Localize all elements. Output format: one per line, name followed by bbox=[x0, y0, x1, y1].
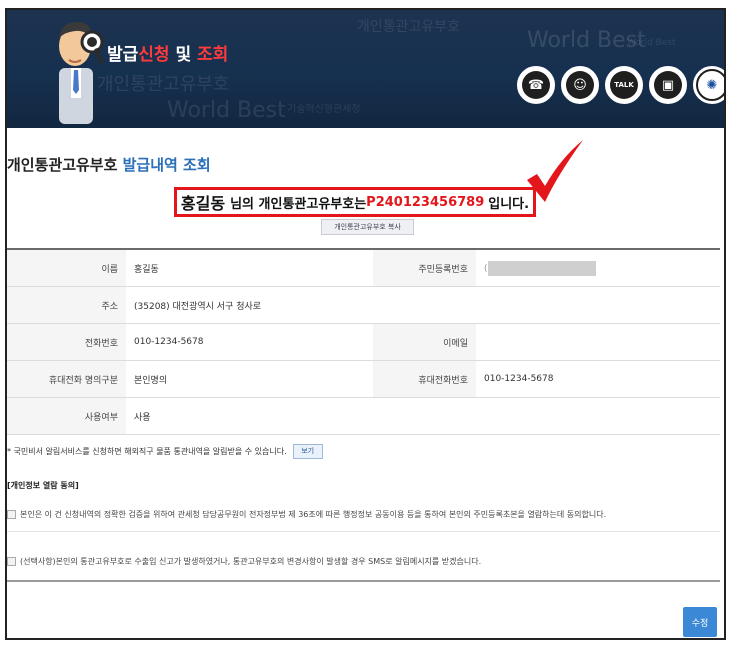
gov-emblem-icon[interactable]: ✺ bbox=[693, 66, 724, 104]
banner-title-highlight: 조회 bbox=[197, 45, 229, 65]
consent-text-required: 본인은 이 건 신청내역의 정확한 검증을 위하여 관세청 담당공무원이 전자정… bbox=[20, 510, 607, 519]
headset-icon-glyph: ☺ bbox=[566, 71, 594, 99]
divider bbox=[7, 580, 720, 582]
mobile-owner-label: 휴대전화 명의구분 bbox=[7, 360, 126, 398]
rrn-label: 주민등록번호 bbox=[373, 248, 476, 287]
mobile-owner-value: 본인명의 bbox=[126, 360, 373, 398]
table-row: 주소 (35208) 대전광역시 서구 청사로 bbox=[7, 286, 720, 324]
banner-title-text: 및 bbox=[169, 45, 198, 65]
presentation-icon[interactable]: ▣ bbox=[649, 66, 687, 104]
banner-title: 발급신청 및 조회 bbox=[107, 40, 228, 65]
consent-item-optional: (선택사항)본인의 통관고유부호로 수출입 신고가 발생하였거나, 통관고유부호… bbox=[7, 556, 481, 567]
table-row: 휴대전화 명의구분 본인명의 휴대전화번호 010-1234-5678 bbox=[7, 360, 720, 398]
phone-icon[interactable]: ☎ bbox=[517, 66, 555, 104]
page-title-highlight: 발급내역 조회 bbox=[122, 156, 211, 174]
page-title: 개인통관고유부호 발급내역 조회 bbox=[7, 154, 211, 175]
banner-title-text: 발급 bbox=[107, 45, 139, 65]
table-row: 이름 홍길동 주민등록번호 ( bbox=[7, 248, 720, 287]
view-button[interactable]: 보기 bbox=[292, 444, 323, 459]
quick-icons: ☎ ☺ TALK ▣ ✺ bbox=[517, 66, 724, 104]
table-row: 사용여부 사용 bbox=[7, 397, 720, 435]
page-title-text: 개인통관고유부호 bbox=[7, 156, 123, 174]
address-value: (35208) 대전광역시 서구 청사로 bbox=[126, 286, 720, 324]
presentation-icon-glyph: ▣ bbox=[654, 71, 682, 99]
banner-title-highlight: 신청 bbox=[138, 45, 170, 65]
name-label: 이름 bbox=[7, 248, 126, 287]
talk-icon[interactable]: TALK bbox=[605, 66, 643, 104]
header-banner: 개인통관고유부호 World Best 개인통관고유부호 World Best … bbox=[7, 10, 724, 128]
consent-checkbox-required[interactable] bbox=[7, 510, 16, 519]
rrn-value: ( bbox=[476, 248, 720, 287]
page-frame: 개인통관고유부호 World Best 개인통관고유부호 World Best … bbox=[5, 8, 726, 640]
divider bbox=[7, 531, 720, 532]
banner-bg-text: World Best bbox=[627, 38, 676, 48]
mascot-icon bbox=[59, 22, 104, 124]
use-status-value: 사용 bbox=[126, 397, 720, 435]
copy-code-button[interactable]: 개인통관고유부호 복사 bbox=[321, 219, 414, 235]
consent-item-required: 본인은 이 건 신청내역의 정확한 검증을 위하여 관세청 담당공무원이 전자정… bbox=[7, 509, 606, 520]
consent-checkbox-optional[interactable] bbox=[7, 557, 16, 566]
result-name: 홍길동 bbox=[180, 194, 226, 213]
phone-value: 010-1234-5678 bbox=[126, 323, 373, 361]
info-table: 이름 홍길동 주민등록번호 ( 주소 (35208) 대전광역시 서구 청사로 … bbox=[7, 248, 720, 435]
phone-icon-glyph: ☎ bbox=[522, 71, 550, 99]
customs-code: P240123456789 bbox=[366, 194, 485, 210]
consent-text-optional: (선택사항)본인의 통관고유부호로 수출입 신고가 발생하였거나, 통관고유부호… bbox=[20, 557, 482, 566]
banner-bg-text: 개인통관고유부호 bbox=[357, 19, 461, 35]
masked-rrn bbox=[487, 260, 596, 276]
result-highlight-box: 홍길동 님의 개인통관고유부호는 P240123456789 입니다. bbox=[174, 187, 536, 217]
email-label: 이메일 bbox=[373, 323, 476, 361]
gov-emblem-icon-glyph: ✺ bbox=[696, 69, 724, 101]
phone-label: 전화번호 bbox=[7, 323, 126, 361]
result-suffix: 입니다. bbox=[488, 196, 530, 212]
address-label: 주소 bbox=[7, 286, 126, 324]
notice-text: * 국민비서 알림서비스를 신청하면 해외직구 물품 통관내역을 알림받을 수 … bbox=[7, 447, 287, 456]
headset-icon[interactable]: ☺ bbox=[561, 66, 599, 104]
talk-icon-glyph: TALK bbox=[610, 71, 638, 99]
table-row: 전화번호 010-1234-5678 이메일 bbox=[7, 323, 720, 361]
edit-button[interactable]: 수정 bbox=[683, 607, 717, 637]
consent-title: [개인정보 열람 동의] bbox=[7, 481, 79, 490]
banner-bg-text: 기술혁신형관세청 bbox=[287, 104, 361, 115]
result-text: 님의 개인통관고유부호는 bbox=[230, 196, 367, 212]
use-status-label: 사용여부 bbox=[7, 397, 126, 435]
mobile-value: 010-1234-5678 bbox=[476, 360, 720, 398]
mobile-label: 휴대전화번호 bbox=[373, 360, 476, 398]
banner-bg-text: World Best bbox=[167, 98, 286, 123]
banner-bg-text: 개인통관고유부호 bbox=[97, 74, 230, 95]
name-value: 홍길동 bbox=[126, 248, 373, 287]
notice-row: * 국민비서 알림서비스를 신청하면 해외직구 물품 통관내역을 알림받을 수 … bbox=[7, 444, 323, 459]
email-value bbox=[476, 323, 720, 361]
